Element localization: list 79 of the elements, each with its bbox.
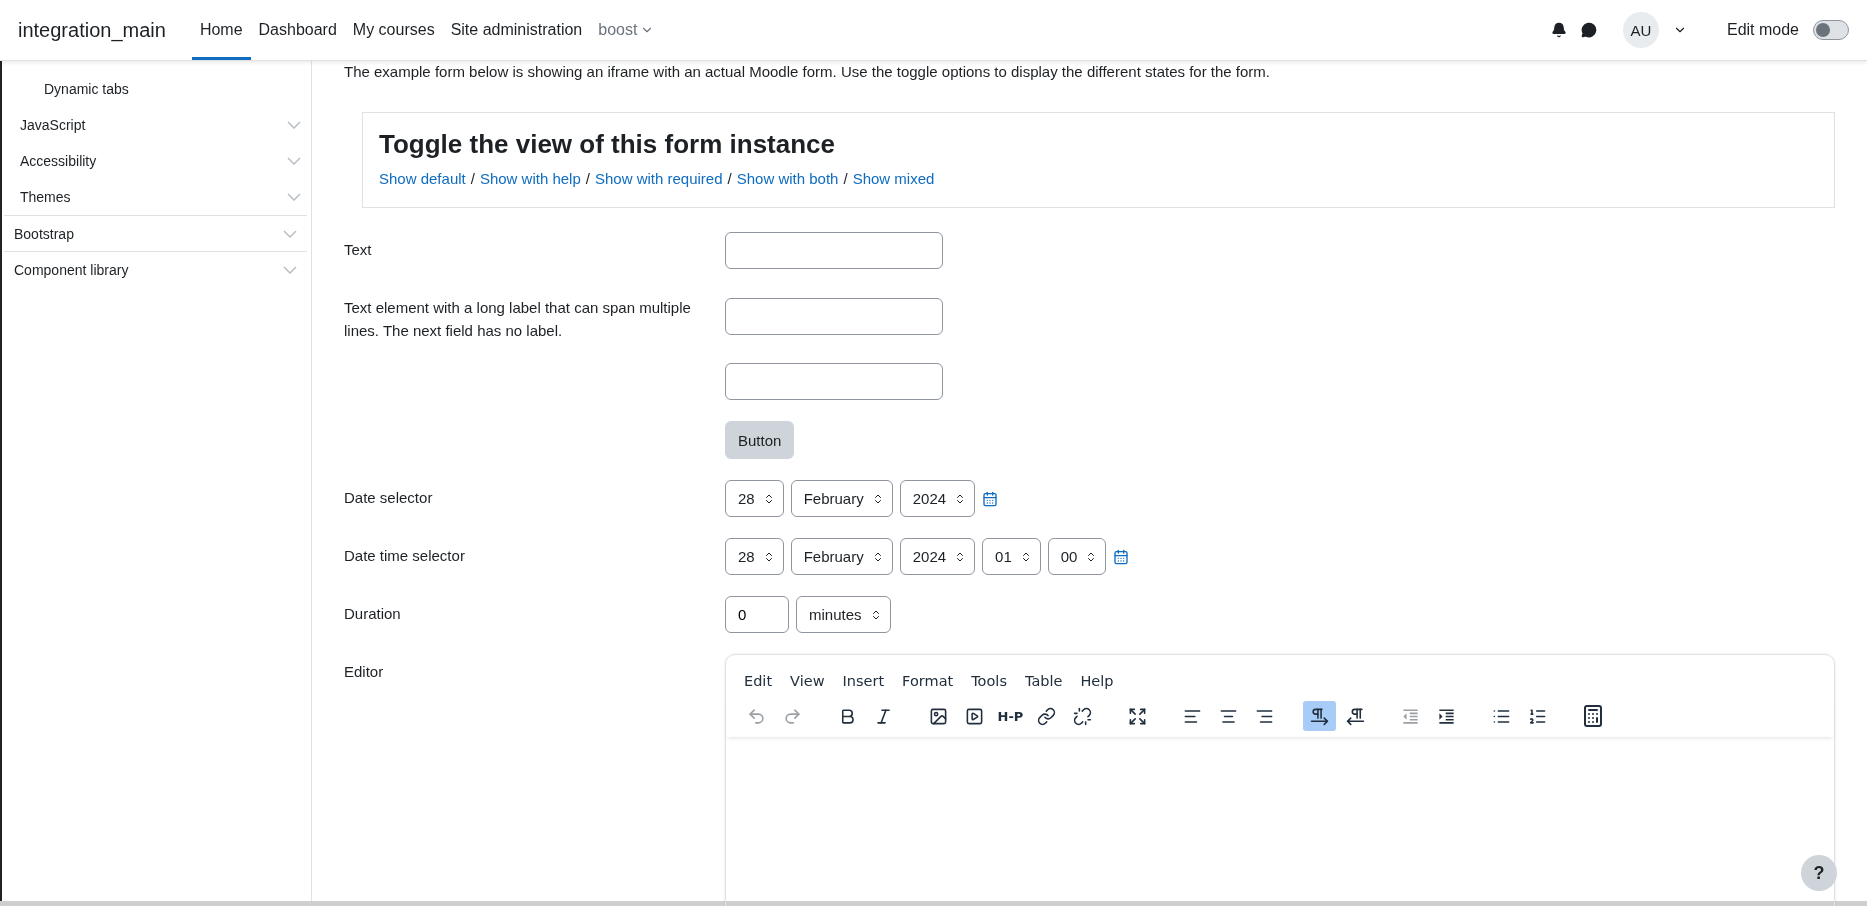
outdent-icon xyxy=(1401,706,1420,726)
separator-text: / xyxy=(727,170,732,187)
text-field[interactable] xyxy=(725,297,943,335)
menu-item[interactable]: View xyxy=(784,669,831,693)
menu-item[interactable]: Insert xyxy=(836,669,891,693)
toolbar-button[interactable] xyxy=(1303,701,1336,731)
intro-text: The example form below is showing an iframe with an actual Moodle form. Use the toggle options to display the different states for the form. xyxy=(344,63,1272,80)
h5p-button[interactable]: H-P xyxy=(994,701,1027,731)
toggle-link[interactable]: Show with required xyxy=(595,170,723,187)
toggle-link[interactable]: Show mixed xyxy=(852,170,935,187)
sidebar-item-label: JavaScript xyxy=(20,117,86,133)
separator-text: / xyxy=(843,170,848,187)
menu-item[interactable]: Tools xyxy=(965,669,1013,693)
sidebar-item-label: Dynamic tabs xyxy=(44,81,129,97)
fullscreen-icon xyxy=(1128,706,1147,726)
select-field[interactable]: minutes xyxy=(796,596,891,633)
field-label: Text xyxy=(344,240,373,260)
sidebar-item[interactable]: JavaScript xyxy=(2,107,311,143)
select-field[interactable]: 01 xyxy=(982,538,1041,575)
text-field[interactable] xyxy=(725,363,943,400)
link-icon xyxy=(1037,706,1056,726)
indent-icon xyxy=(1437,706,1456,726)
sidebar-item[interactable]: Bootstrap xyxy=(4,215,307,251)
field-label: Date selector xyxy=(344,488,434,508)
sidebar-item[interactable]: Component library xyxy=(4,251,307,287)
select-field[interactable]: February xyxy=(790,480,893,517)
select-field[interactable]: 00 xyxy=(1047,538,1107,575)
menu-item[interactable]: Edit xyxy=(738,669,779,693)
menu-item[interactable]: Table xyxy=(1018,669,1069,693)
nav-link[interactable]: My courses xyxy=(344,0,443,60)
nav-link[interactable]: Home xyxy=(191,0,251,60)
numbered-list-icon xyxy=(1528,706,1547,726)
sidebar-item[interactable]: Accessibility xyxy=(2,143,311,179)
site-name[interactable]: integration_main xyxy=(18,18,166,42)
left-to-right-icon xyxy=(1310,706,1329,726)
separator-text: / xyxy=(470,170,475,187)
user-avatar[interactable]: AU xyxy=(1622,12,1659,48)
image-icon xyxy=(929,706,948,726)
menu-item[interactable]: Help xyxy=(1074,669,1120,693)
nav-link[interactable]: Site administration xyxy=(442,0,591,60)
sidebar-item-label: Themes xyxy=(20,189,71,205)
unlink-icon xyxy=(1073,706,1092,726)
sidebar-item-label: Component library xyxy=(14,261,129,278)
nav-link[interactable]: boost xyxy=(590,0,663,60)
select-field[interactable]: 28 xyxy=(725,480,784,517)
toggle-link[interactable]: Show with both xyxy=(736,170,839,187)
right-to-left-icon xyxy=(1346,706,1365,726)
select-field[interactable]: 2024 xyxy=(899,480,976,517)
edit-mode-toggle[interactable] xyxy=(1813,20,1849,40)
edit-mode-label: Edit mode xyxy=(1726,21,1799,39)
select-field[interactable]: 2024 xyxy=(899,538,976,575)
bell-icon[interactable] xyxy=(1550,22,1567,38)
form-button[interactable]: Button xyxy=(725,421,795,459)
select-field[interactable]: 28 xyxy=(725,538,784,575)
separator-text: / xyxy=(585,170,590,187)
media-icon xyxy=(965,706,984,726)
undo-icon xyxy=(747,706,766,726)
help-button[interactable]: ? xyxy=(1801,855,1837,891)
select-field[interactable]: February xyxy=(790,538,893,575)
field-label: Date time selector xyxy=(344,546,466,566)
field-label: Editor xyxy=(344,662,385,682)
calendar-icon[interactable] xyxy=(982,490,999,507)
number-field[interactable]: 0 xyxy=(725,596,789,633)
redo-icon xyxy=(783,706,802,726)
sidebar-item[interactable]: Themes xyxy=(2,179,311,215)
menu-item[interactable]: Format xyxy=(896,669,960,693)
sidebar-item-label: Accessibility xyxy=(20,153,97,169)
field-label: Duration xyxy=(344,604,402,624)
toggle-link[interactable]: Show default xyxy=(379,170,466,187)
sidebar-item-label: Bootstrap xyxy=(14,225,74,242)
sidebar-item[interactable]: Dynamic tabs xyxy=(2,71,311,107)
panel-heading: Toggle the view of this form instance xyxy=(379,129,836,160)
toggle-link[interactable]: Show with help xyxy=(479,170,581,187)
calendar-icon[interactable] xyxy=(1113,548,1130,565)
chat-icon[interactable] xyxy=(1580,22,1597,38)
nav-link[interactable]: Dashboard xyxy=(250,0,345,60)
text-field[interactable] xyxy=(725,232,943,269)
italic-icon xyxy=(874,706,893,726)
field-label: Text element with a long label that can span multiple lines. The next field has no label. xyxy=(344,298,692,341)
